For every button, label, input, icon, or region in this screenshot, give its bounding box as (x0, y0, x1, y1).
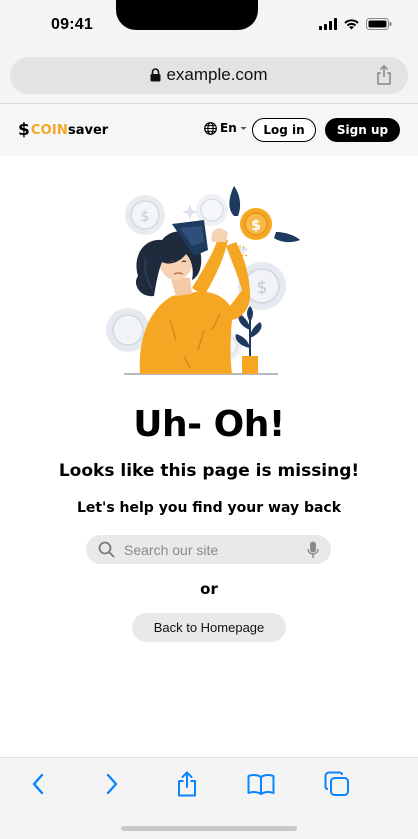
language-selector[interactable]: En (204, 121, 247, 135)
tabs-icon (324, 771, 349, 796)
lock-icon (150, 68, 161, 82)
page-subheadline: Looks like this page is missing! (58, 461, 360, 481)
wifi-icon (344, 19, 359, 30)
share-button[interactable] (172, 770, 202, 798)
logo-coin-text: COIN (30, 122, 68, 138)
globe-icon (204, 121, 217, 135)
background-coin-icon: $ (125, 195, 165, 235)
status-time: 09:41 (51, 16, 93, 33)
help-text: Let's help you find your way back (76, 500, 342, 516)
share-icon (178, 771, 196, 797)
url-text: example.com (166, 65, 268, 84)
site-search (86, 535, 331, 564)
address-bar[interactable]: example.com (10, 57, 408, 94)
browser-address-area: example.com (0, 50, 418, 104)
flying-coin-icon: $ (229, 186, 300, 243)
page-headline: Uh- Oh! (133, 404, 285, 445)
battery-icon (366, 18, 392, 30)
address-display: example.com (10, 65, 408, 85)
back-button[interactable] (23, 770, 53, 798)
tabs-button[interactable] (322, 770, 352, 798)
coinsaver-logo[interactable]: $ COIN saver (18, 120, 108, 140)
logo-saver-text: saver (67, 122, 109, 138)
search-input[interactable] (124, 535, 294, 564)
login-button[interactable]: Log in (252, 118, 316, 142)
svg-text:$: $ (257, 278, 268, 298)
language-label: En (220, 121, 237, 135)
forward-icon (106, 773, 118, 795)
back-icon (32, 773, 44, 795)
bookmarks-icon (247, 773, 275, 795)
search-icon (98, 541, 115, 558)
bookmarks-button[interactable] (246, 770, 276, 798)
missing-page-illustration: $ $ $ (106, 186, 300, 375)
browser-toolbar (0, 757, 418, 839)
device-notch (116, 0, 258, 30)
status-bar: 09:41 (0, 0, 418, 50)
share-icon[interactable] (376, 65, 392, 85)
logo-dollar-icon: $ (18, 120, 30, 140)
or-separator: or (200, 580, 218, 598)
svg-text:$: $ (251, 218, 261, 234)
chevron-down-icon (240, 126, 247, 130)
home-indicator[interactable] (121, 826, 297, 831)
microphone-icon[interactable] (307, 541, 319, 559)
svg-text:$: $ (141, 209, 150, 225)
forward-button[interactable] (97, 770, 127, 798)
status-icons (319, 18, 392, 30)
back-to-homepage-button[interactable]: Back to Homepage (132, 613, 286, 642)
cellular-signal-icon (319, 18, 337, 30)
site-header: $ COIN saver En Log in Sign up (0, 104, 418, 156)
signup-button[interactable]: Sign up (325, 118, 400, 142)
